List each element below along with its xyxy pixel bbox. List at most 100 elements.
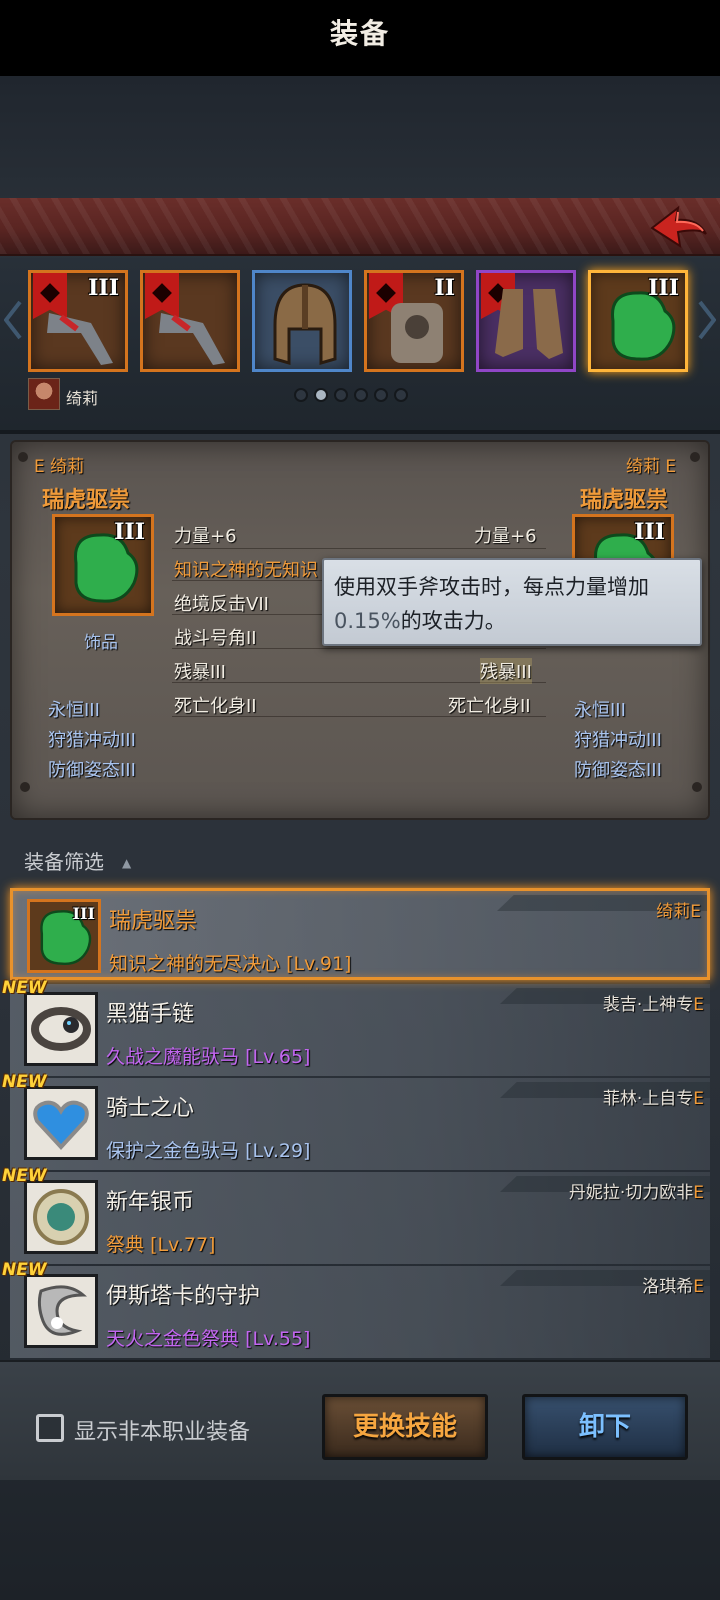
item-owner-name: 丹妮拉·切力欧非 bbox=[568, 1183, 694, 1203]
tier-label: III bbox=[88, 275, 119, 301]
axe-icon bbox=[47, 313, 113, 365]
left-item-frame: III bbox=[52, 514, 154, 616]
title-bar-pattern bbox=[0, 198, 720, 254]
item-skill-name: 祭典 bbox=[106, 1234, 145, 1256]
new-badge: NEW bbox=[2, 1260, 47, 1280]
item-grade: E bbox=[693, 995, 704, 1015]
avatar bbox=[28, 378, 60, 410]
right-extra-3: 防御姿态III bbox=[574, 760, 662, 781]
item-skill-name: 天火之金色祭典 bbox=[106, 1328, 240, 1350]
page-dot bbox=[354, 388, 368, 402]
item-owner: 洛琪希E bbox=[642, 1272, 704, 1297]
tooltip-line-2-text: 的攻击力。 bbox=[400, 609, 506, 633]
equip-slot-weapon[interactable]: III bbox=[28, 270, 128, 372]
list-item[interactable]: 黑猫手链 久战之魔能驮马 [Lv.65] 裴吉·上神专E bbox=[10, 984, 710, 1076]
item-skill: 天火之金色祭典 [Lv.55] bbox=[106, 1324, 310, 1351]
item-skill: 久战之魔能驮马 [Lv.65] bbox=[106, 1042, 310, 1069]
tooltip-line-2: 0.15%的攻击力。 bbox=[334, 604, 690, 638]
boots-icon bbox=[495, 289, 563, 359]
right-extra-1: 永恒III bbox=[574, 700, 626, 721]
equipment-filter[interactable]: 装备筛选 bbox=[24, 846, 104, 875]
tier-label: III bbox=[114, 519, 145, 545]
right-extra-2: 狩猎冲动III bbox=[574, 730, 662, 751]
left-skill-4: 残暴III bbox=[174, 662, 226, 683]
page-dot bbox=[294, 388, 308, 402]
left-owner: E 绮莉 bbox=[34, 457, 85, 477]
item-name: 伊斯塔卡的守护 bbox=[106, 1284, 261, 1309]
back-button[interactable] bbox=[648, 204, 710, 250]
scroll-left-icon[interactable] bbox=[4, 300, 22, 340]
item-icon-frame bbox=[24, 1274, 98, 1348]
show-other-class-checkbox[interactable] bbox=[36, 1414, 64, 1442]
list-item[interactable]: III 瑞虎驱祟 知识之神的无尽决心 [Lv.91] 绮莉E bbox=[10, 888, 710, 980]
bracelet-icon bbox=[31, 1007, 91, 1051]
equip-slot-helmet[interactable] bbox=[252, 270, 352, 372]
item-icon-frame: III bbox=[27, 899, 101, 973]
item-icon-frame bbox=[24, 1180, 98, 1254]
new-badge: NEW bbox=[2, 1166, 47, 1186]
page-dot bbox=[374, 388, 388, 402]
equip-slot-accessory[interactable]: III bbox=[588, 270, 688, 372]
left-extra-1: 永恒III bbox=[48, 700, 100, 721]
item-grade: E bbox=[690, 902, 701, 922]
rivet bbox=[692, 782, 702, 792]
left-item-name: 瑞虎驱祟 bbox=[42, 488, 131, 513]
right-item-name: 瑞虎驱祟 bbox=[580, 488, 669, 513]
page-dot bbox=[334, 388, 348, 402]
left-skill-2: 绝境反击VII bbox=[174, 594, 269, 615]
new-badge: NEW bbox=[2, 1072, 47, 1092]
list-item[interactable]: 骑士之心 保护之金色驮马 [Lv.29] 菲林·上自专E bbox=[10, 1078, 710, 1170]
item-skill: 祭典 [Lv.77] bbox=[106, 1230, 215, 1257]
list-item[interactable]: 新年银币 祭典 [Lv.77] 丹妮拉·切力欧非E bbox=[10, 1172, 710, 1264]
armor-icon bbox=[391, 303, 443, 363]
tier-label: II bbox=[434, 275, 455, 301]
tier-label: III bbox=[634, 519, 665, 545]
item-owner: 裴吉·上神专E bbox=[603, 990, 704, 1015]
change-skill-button[interactable]: 更换技能 bbox=[322, 1394, 488, 1460]
list-item[interactable]: 伊斯塔卡的守护 天火之金色祭典 [Lv.55] 洛琪希E bbox=[10, 1266, 710, 1358]
skill-tooltip: 使用双手斧攻击时，每点力量增加 0.15%的攻击力。 bbox=[322, 558, 702, 646]
equip-slot-weapon-2[interactable] bbox=[140, 270, 240, 372]
item-skill-name: 久战之魔能驮马 bbox=[106, 1046, 240, 1068]
equip-slot-boots[interactable] bbox=[476, 270, 576, 372]
item-level: [Lv.29] bbox=[245, 1140, 311, 1162]
item-level: [Lv.65] bbox=[245, 1046, 311, 1068]
page-dot bbox=[314, 388, 328, 402]
tier-label: III bbox=[72, 904, 95, 923]
item-owner: 绮莉E bbox=[656, 897, 701, 922]
axe-icon bbox=[159, 313, 225, 365]
equip-slot-armor[interactable]: II bbox=[364, 270, 464, 372]
item-level: [Lv.55] bbox=[245, 1328, 311, 1350]
right-stat: 力量+6 bbox=[474, 526, 537, 547]
show-other-class-label[interactable]: 显示非本职业装备 bbox=[74, 1414, 250, 1446]
page-title: 装备 bbox=[329, 17, 390, 50]
tooltip-line-1: 使用双手斧攻击时，每点力量增加 bbox=[334, 575, 649, 599]
rivet bbox=[20, 782, 30, 792]
left-extra-3: 防御姿态III bbox=[48, 760, 136, 781]
item-owner-name: 绮莉 bbox=[656, 902, 691, 922]
page-dot bbox=[394, 388, 408, 402]
filter-caret-icon: ▲ bbox=[122, 856, 132, 870]
silver-coin-icon bbox=[33, 1189, 89, 1245]
tooltip-percent: 0.15% bbox=[334, 609, 401, 633]
item-owner-name: 洛琪希 bbox=[642, 1277, 694, 1297]
tier-label: III bbox=[648, 275, 679, 301]
left-extra-2: 狩猎冲动III bbox=[48, 730, 136, 751]
back-arrow-icon bbox=[650, 205, 707, 249]
left-skill-5: 死亡化身II bbox=[174, 696, 257, 717]
item-name: 新年银币 bbox=[106, 1190, 195, 1215]
item-owner: 丹妮拉·切力欧非E bbox=[569, 1178, 704, 1203]
rivet bbox=[18, 452, 28, 462]
left-item-type: 饰品 bbox=[84, 633, 118, 653]
item-skill-name: 知识之神的无尽决心 bbox=[109, 953, 281, 975]
unequip-button[interactable]: 卸下 bbox=[522, 1394, 688, 1460]
item-level: [Lv.77] bbox=[150, 1234, 216, 1256]
item-grade: E bbox=[693, 1277, 704, 1297]
item-grade: E bbox=[693, 1089, 704, 1109]
left-stat: 力量+6 bbox=[174, 526, 237, 547]
item-owner: 菲林·上自专E bbox=[603, 1084, 704, 1109]
item-skill: 知识之神的无尽决心 [Lv.91] bbox=[109, 949, 351, 976]
right-skill-2: 死亡化身II bbox=[448, 696, 531, 717]
helmet-icon bbox=[273, 283, 337, 365]
scroll-right-icon[interactable] bbox=[698, 300, 716, 340]
